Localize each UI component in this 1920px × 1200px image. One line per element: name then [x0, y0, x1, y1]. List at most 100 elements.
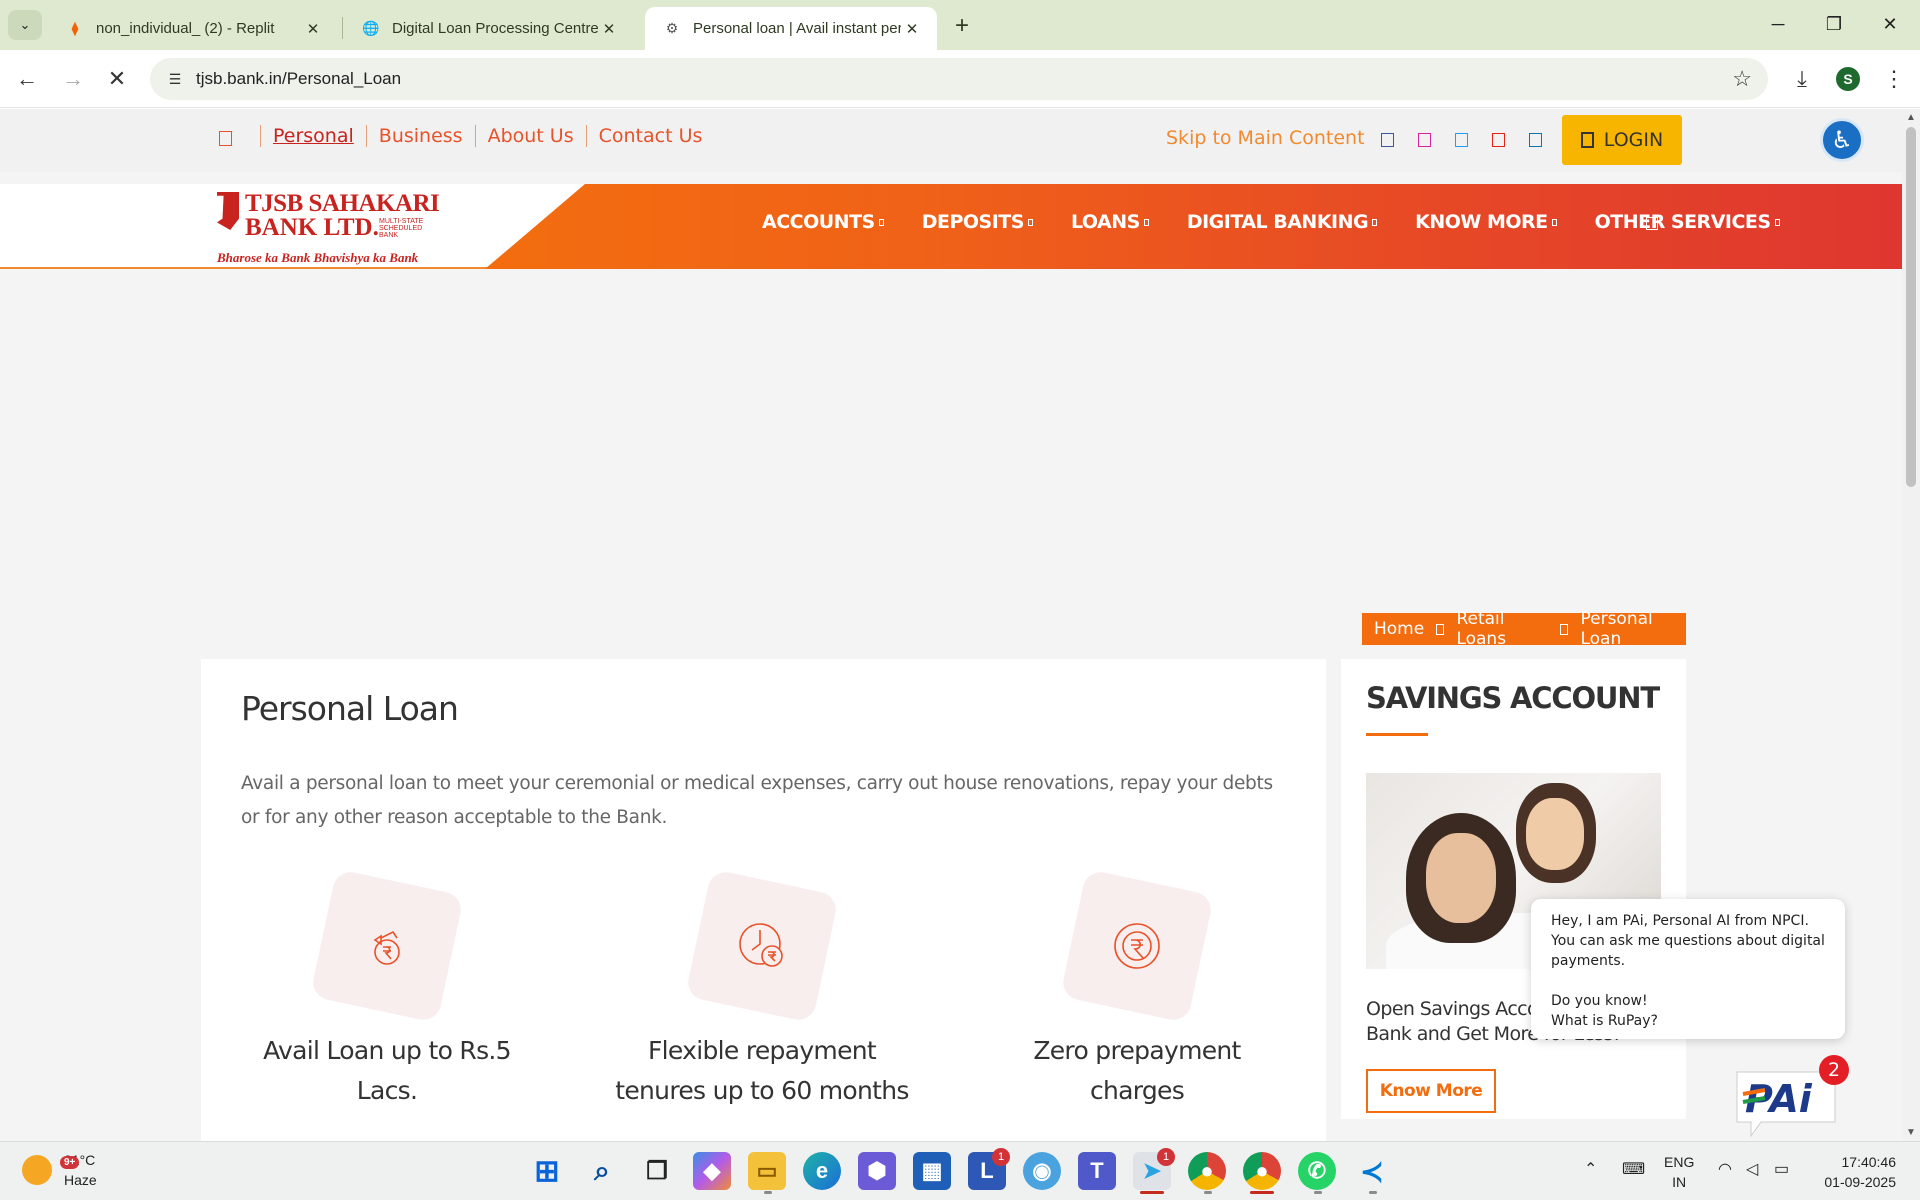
weather-haze-icon: [22, 1155, 52, 1185]
photo-face-woman: [1426, 833, 1496, 923]
teams-icon[interactable]: T: [1078, 1152, 1116, 1190]
running-indicator: [1314, 1191, 1322, 1194]
skip-to-main-link[interactable]: Skip to Main Content: [1166, 127, 1365, 149]
task-view-icon[interactable]: ❐: [638, 1152, 676, 1190]
menu-icon[interactable]: ⋮: [1878, 63, 1910, 95]
notification-badge: 1: [992, 1148, 1010, 1166]
accessibility-icon[interactable]: ♿: [1820, 118, 1864, 162]
windows-start-icon[interactable]: ⊞: [528, 1152, 566, 1190]
nav-loans[interactable]: LOANS: [1071, 211, 1149, 233]
minimize-button[interactable]: ─: [1750, 8, 1806, 40]
language-indicator[interactable]: ENG IN: [1664, 1152, 1694, 1192]
microsoft-store-icon[interactable]: ▦: [913, 1152, 951, 1190]
tab-title: Personal loan | Avail instant per: [693, 20, 901, 37]
tab-digital-loan[interactable]: 🌐 Digital Loan Processing Centre ✕: [344, 7, 634, 50]
feature-zero-prepayment: Zero prepayment charges: [987, 868, 1287, 1111]
close-icon[interactable]: ✕: [901, 18, 923, 40]
weather-widget[interactable]: 9+ 31°C Haze: [22, 1150, 97, 1190]
youtube-icon[interactable]: [1492, 133, 1505, 147]
tab-search-button[interactable]: ⌄: [8, 10, 42, 40]
site-info-icon[interactable]: ☰: [164, 68, 186, 90]
logo-name-line2: BANK LTD.: [245, 214, 379, 241]
scrollbar-thumb[interactable]: [1906, 127, 1916, 487]
clock[interactable]: 17:40:46 01-09-2025: [1816, 1152, 1896, 1192]
battery-icon[interactable]: ▭: [1774, 1159, 1789, 1179]
app-icon[interactable]: ◉: [1023, 1152, 1061, 1190]
whatsapp-icon[interactable]: ✆: [1298, 1152, 1336, 1190]
scroll-up-icon[interactable]: ▲: [1906, 112, 1916, 123]
chrome-icon[interactable]: ●: [1188, 1152, 1226, 1190]
linkedin-icon[interactable]: [1529, 133, 1542, 147]
facebook-icon[interactable]: [1381, 133, 1394, 147]
home-icon[interactable]: [219, 131, 232, 146]
link-about-us[interactable]: About Us: [488, 125, 574, 147]
nav-know-more[interactable]: KNOW MORE: [1415, 211, 1557, 233]
close-icon[interactable]: ✕: [598, 18, 620, 40]
replit-icon: ⧫: [71, 20, 79, 36]
new-tab-button[interactable]: +: [948, 12, 976, 40]
back-button[interactable]: ←: [10, 62, 44, 96]
forward-button[interactable]: →: [56, 62, 90, 96]
page-scrollbar[interactable]: ▲ ▼: [1902, 109, 1920, 1141]
keyboard-icon[interactable]: ⌨: [1622, 1159, 1645, 1179]
intro-text: Avail a personal loan to meet your cerem…: [241, 773, 1273, 828]
nav-label: ACCOUNTS: [762, 211, 875, 233]
tjsb-logo[interactable]: TJSB SAHAKARI BANK LTD. MULTI-STATE SCHE…: [215, 188, 440, 268]
search-icon[interactable]: [1646, 217, 1658, 230]
breadcrumb-retail-loans[interactable]: Retail Loans: [1456, 609, 1548, 649]
search-icon[interactable]: ⌕: [583, 1152, 621, 1190]
instagram-icon[interactable]: [1418, 133, 1431, 147]
link-business[interactable]: Business: [379, 125, 463, 147]
sidebar-card: SAVINGS ACCOUNT Open Savings Account wit…: [1341, 659, 1686, 1119]
wifi-icon[interactable]: ◠: [1718, 1159, 1732, 1179]
chevron-down-icon: [1551, 218, 1557, 226]
pai-chat-bubble[interactable]: Hey, I am PAi, Personal AI from NPCI. Yo…: [1531, 899, 1845, 1039]
vscode-icon[interactable]: ≺: [1353, 1152, 1391, 1190]
close-window-button[interactable]: ✕: [1862, 8, 1918, 40]
copilot-icon[interactable]: ◆: [693, 1152, 731, 1190]
tab-title: non_individual_ (2) - Replit: [96, 20, 275, 37]
nav-digital-banking[interactable]: DIGITAL BANKING: [1186, 211, 1378, 233]
nav-other-services[interactable]: OTHER SERVICES: [1595, 211, 1780, 233]
chevron-up-icon[interactable]: ⌃: [1584, 1159, 1597, 1179]
volume-icon[interactable]: ◁: [1746, 1159, 1758, 1179]
stop-loading-button[interactable]: ✕: [100, 62, 134, 96]
address-bar[interactable]: ☰ tjsb.bank.in/Personal_Loan ☆: [150, 58, 1768, 100]
know-more-button[interactable]: Know More: [1366, 1069, 1496, 1113]
nav-accounts[interactable]: ACCOUNTS: [762, 211, 884, 233]
tab-replit[interactable]: ⧫ non_individual_ (2) - Replit ✕: [48, 7, 338, 50]
login-button[interactable]: LOGIN: [1562, 115, 1682, 165]
download-icon[interactable]: ⤓: [1786, 63, 1818, 95]
tab-title: Digital Loan Processing Centre: [392, 20, 598, 37]
restore-button[interactable]: ❐: [1806, 8, 1862, 40]
chrome-profile-icon[interactable]: ●: [1243, 1152, 1281, 1190]
scroll-down-icon[interactable]: ▼: [1906, 1127, 1916, 1138]
nav-label: OTHER SERVICES: [1594, 211, 1771, 233]
pai-notification-badge: 2: [1819, 1055, 1849, 1085]
nav-label: DEPOSITS: [921, 211, 1025, 233]
clock-time: 17:40:46: [1841, 1154, 1897, 1170]
url-text[interactable]: tjsb.bank.in/Personal_Loan: [196, 69, 401, 89]
bookmark-star-icon[interactable]: ☆: [1732, 66, 1752, 92]
nav-label: DIGITAL BANKING: [1186, 211, 1369, 233]
file-explorer-icon[interactable]: ▭: [748, 1152, 786, 1190]
breadcrumb-separator-icon: [1560, 623, 1569, 635]
chevron-down-icon: [1027, 218, 1033, 226]
divider: [260, 125, 261, 147]
twitter-icon[interactable]: [1455, 133, 1468, 147]
tab-separator: [342, 17, 343, 39]
logo-subtext: MULTI-STATE SCHEDULED BANK: [379, 218, 424, 239]
feature-loan-amount: Avail Loan up to Rs.5 Lacs.: [237, 868, 537, 1111]
nav-deposits[interactable]: DEPOSITS: [922, 211, 1033, 233]
edge-icon[interactable]: e: [803, 1152, 841, 1190]
breadcrumb-home[interactable]: Home: [1374, 619, 1424, 639]
profile-avatar[interactable]: S: [1836, 67, 1860, 91]
link-contact-us[interactable]: Contact Us: [599, 125, 703, 147]
close-icon[interactable]: ✕: [302, 18, 324, 40]
tab-personal-loan[interactable]: ⚙ Personal loan | Avail instant per ✕: [645, 7, 937, 50]
feature-label: Flexible repayment tenures up to 60 mont…: [615, 1036, 909, 1105]
app-icon[interactable]: ⬢: [858, 1152, 896, 1190]
link-personal[interactable]: Personal: [273, 125, 354, 147]
title-underline: [1366, 733, 1428, 736]
